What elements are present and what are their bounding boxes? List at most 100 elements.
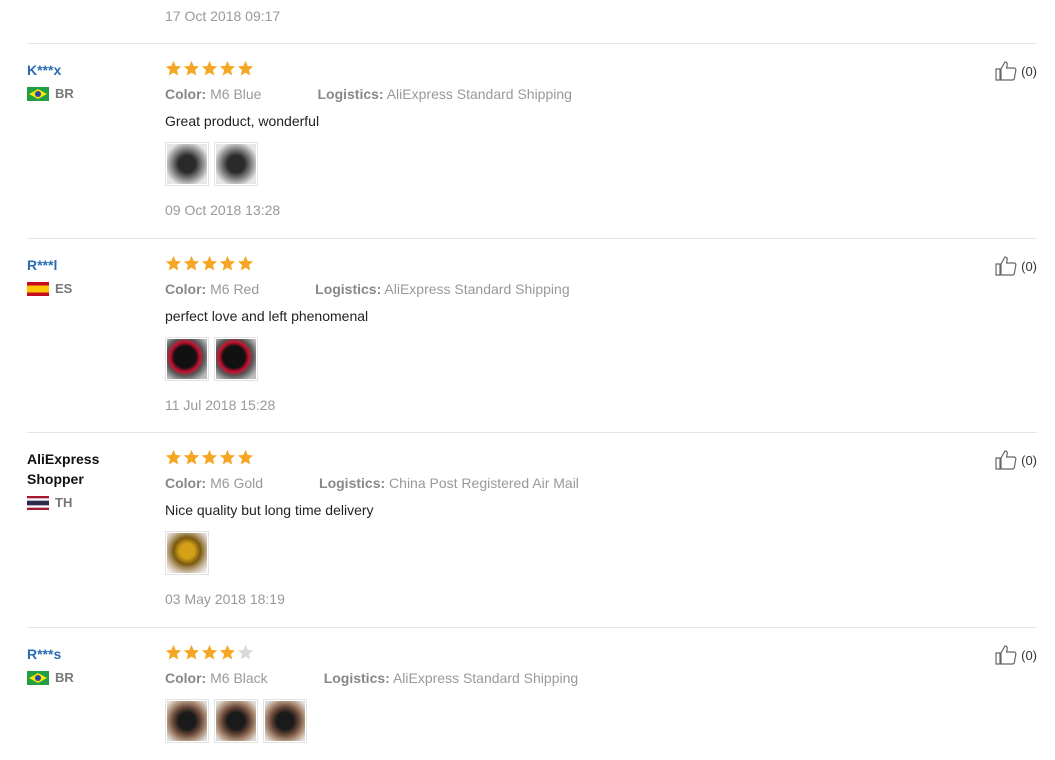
reviewer-name: AliExpress Shopper [27,451,100,487]
photo-red-ring [216,339,256,379]
logistics-value: China Post Registered Air Mail [389,475,579,491]
star-filled-icon [165,255,182,272]
helpful-count: (0) [1021,63,1037,79]
order-info: Color: M6 Black Logistics: AliExpress Sta… [165,668,925,688]
review-photo-thumbnail[interactable] [165,142,209,186]
review-content: Color: M6 Gold Logistics: China Post Regi… [165,449,925,607]
review-item: K***x BR Color: M6 Blue Logistics: AliExpre… [27,43,1037,239]
review-date: 09 Oct 2018 13:28 [165,202,281,218]
reviewer-name: K***x [27,62,62,78]
review-text: Great product, wonderful [165,113,320,129]
review-photos [165,699,925,743]
previous-review-date: 17 Oct 2018 09:17 [165,8,281,24]
review-photo-thumbnail[interactable] [165,699,209,743]
review-photo-thumbnail[interactable] [165,531,209,575]
star-filled-icon [201,644,218,661]
color-label: Color: [165,670,207,686]
logistics-label: Logistics: [315,281,382,297]
order-info: Color: M6 Gold Logistics: China Post Regi… [165,473,925,493]
country-code: BR [55,670,74,685]
logistics-label: Logistics: [323,670,390,686]
logistics-value: AliExpress Standard Shipping [386,86,572,102]
logistics-label: Logistics: [319,475,386,491]
color-value: M6 Blue [210,86,262,102]
reviewer-info: K***x BR [27,60,147,101]
logistics-label: Logistics: [317,86,384,102]
review-date: 11 Jul 2018 15:28 [165,397,276,413]
star-filled-icon [237,255,254,272]
photo-black-ring [167,701,207,741]
star-filled-icon [201,255,218,272]
photo-black-ring [265,701,305,741]
star-filled-icon [219,644,236,661]
review-photos [165,337,925,381]
thumbs-up-icon[interactable] [994,644,1018,666]
brazil-flag-icon [27,86,49,101]
review-text: perfect love and left phenomenal [165,308,369,324]
star-rating [165,255,925,273]
review-photos [165,142,925,186]
reviewer-name: R***l [27,257,58,273]
thumbs-up-icon[interactable] [994,449,1018,471]
reviewer-country: BR [27,86,147,101]
reviewer-info: R***l ES [27,255,147,296]
star-rating [165,60,925,78]
star-filled-icon [237,60,254,77]
feedback-page: 17 Oct 2018 09:17 K***x BR Color: M6 Blue L… [0,0,1055,759]
country-code: TH [55,495,73,510]
review-item: R***l ES Color: M6 Red Logistics: AliExpres… [27,238,1037,433]
helpful-vote: (0) [994,60,1037,82]
helpful-vote: (0) [994,644,1037,666]
photo-dark-ring [216,144,256,184]
reviewer-country: ES [27,281,147,296]
star-filled-icon [165,60,182,77]
reviewer-info: R***s BR [27,644,147,685]
review-content: Color: M6 Red Logistics: AliExpress Stand… [165,255,925,413]
star-filled-icon [219,449,236,466]
star-filled-icon [165,449,182,466]
review-photo-thumbnail[interactable] [214,699,258,743]
review-photo-thumbnail[interactable] [214,142,258,186]
color-label: Color: [165,86,207,102]
review-photos [165,531,925,575]
helpful-vote: (0) [994,449,1037,471]
country-code: BR [55,86,74,101]
spain-flag-icon [27,281,49,296]
star-filled-icon [165,644,182,661]
review-photo-thumbnail[interactable] [263,699,307,743]
review-text: Nice quality but long time delivery [165,502,374,518]
color-value: M6 Gold [210,475,264,491]
thumbs-up-icon[interactable] [994,60,1018,82]
thumbs-up-icon[interactable] [994,255,1018,277]
photo-red-ring [167,339,207,379]
star-filled-icon [201,60,218,77]
star-filled-icon [183,644,200,661]
helpful-count: (0) [1021,452,1037,468]
logistics-value: AliExpress Standard Shipping [384,281,570,297]
logistics-value: AliExpress Standard Shipping [392,670,579,686]
photo-gold-ring [167,533,207,573]
reviewer-country: TH [27,495,147,510]
star-filled-icon [219,255,236,272]
review-content: Color: M6 Black Logistics: AliExpress Sta… [165,644,925,743]
helpful-vote: (0) [994,255,1037,277]
star-filled-icon [183,60,200,77]
review-item: AliExpress Shopper TH Color: M6 Gold Logist… [27,432,1037,628]
order-info: Color: M6 Blue Logistics: AliExpress Stan… [165,84,925,104]
reviewer-info: AliExpress Shopper TH [27,449,147,510]
star-filled-icon [237,449,254,466]
helpful-count: (0) [1021,258,1037,274]
color-label: Color: [165,281,207,297]
star-rating [165,644,925,662]
star-filled-icon [183,255,200,272]
photo-black-ring [216,701,256,741]
photo-dark-ring [167,144,207,184]
review-photo-thumbnail[interactable] [165,337,209,381]
review-photo-thumbnail[interactable] [214,337,258,381]
helpful-count: (0) [1021,647,1037,663]
country-code: ES [55,281,73,296]
color-label: Color: [165,475,207,491]
star-empty-icon [237,644,254,661]
star-rating [165,449,925,467]
thailand-flag-icon [27,495,49,510]
